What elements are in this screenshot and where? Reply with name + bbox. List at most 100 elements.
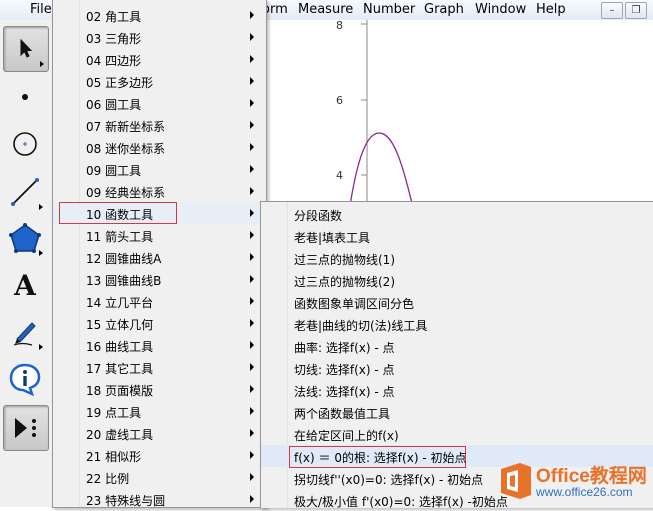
submenu-arrow-icon <box>250 319 254 327</box>
submenu-arrow-icon <box>250 99 254 107</box>
menu-item-label: 09 经典坐标系 <box>86 186 166 200</box>
menu-item-15[interactable]: 14 立几平台 <box>53 290 266 312</box>
menu-item-13[interactable]: 12 圆锥曲线A <box>53 246 266 268</box>
submenu-item[interactable]: 两个函数最值工具 <box>261 401 653 423</box>
menu-item-label: 23 特殊线与圆 <box>86 494 166 508</box>
submenu-arrow-icon <box>250 451 254 459</box>
axis-label-8: 8 <box>336 20 343 32</box>
submenu-item-label: 法线: 选择f(x) - 点 <box>294 385 395 399</box>
watermark-url: www.office26.com <box>536 485 633 499</box>
text-a-icon: A <box>14 268 36 302</box>
submenu-item-label: 切线: 选择f(x) - 点 <box>294 363 395 377</box>
minimize-button[interactable]: – <box>601 2 623 19</box>
toolbox: A <box>0 20 53 507</box>
minimize-icon: – <box>609 5 615 16</box>
submenu-arrow-icon <box>250 495 254 503</box>
compass-tool[interactable] <box>3 122 47 166</box>
submenu-item-label: 在给定区间上的f(x) <box>294 429 399 443</box>
axis-label-4: 4 <box>336 169 343 182</box>
menu-item-21[interactable]: 20 虚线工具 <box>53 422 266 444</box>
menu-item-5[interactable]: 05 正多边形 <box>53 70 266 92</box>
menu-item-19[interactable]: 18 页面模版 <box>53 378 266 400</box>
menu-file[interactable]: File <box>30 2 52 17</box>
submenu-arrow-icon <box>250 473 254 481</box>
compass-icon <box>13 132 37 156</box>
submenu-item-label: 老巷|曲线的切(法)线工具 <box>294 319 428 333</box>
submenu-arrow-icon <box>250 363 254 371</box>
menu-item-22[interactable]: 21 相似形 <box>53 444 266 466</box>
point-tool[interactable] <box>3 75 47 119</box>
submenu-item[interactable]: 分段函数 <box>261 203 653 225</box>
chevron-right-icon <box>39 344 43 350</box>
menu-item-label: 18 页面模版 <box>86 384 154 398</box>
select-arrow-tool[interactable] <box>3 26 49 72</box>
menu-item-label: 12 圆锥曲线A <box>86 252 162 266</box>
submenu-item[interactable]: 函数图象单调区间分色 <box>261 291 653 313</box>
menu-item-8[interactable]: 08 迷你坐标系 <box>53 136 266 158</box>
office-logo-icon <box>501 463 531 499</box>
menu-item-3[interactable]: 03 三角形 <box>53 26 266 48</box>
menu-item-2[interactable]: 02 角工具 <box>53 4 266 26</box>
submenu-item[interactable]: 切线: 选择f(x) - 点 <box>261 357 653 379</box>
menu-item-label: 04 四边形 <box>86 54 142 68</box>
chevron-right-icon <box>40 61 44 67</box>
menu-item-label: 08 迷你坐标系 <box>86 142 166 156</box>
menu-item-17[interactable]: 16 曲线工具 <box>53 334 266 356</box>
menu-item-23[interactable]: 22 比例 <box>53 466 266 488</box>
menu-item-label: 03 三角形 <box>86 32 142 46</box>
menu-item-14[interactable]: 13 圆锥曲线B <box>53 268 266 290</box>
chevron-right-icon <box>39 204 43 210</box>
submenu-item-label: 函数图象单调区间分色 <box>294 297 415 311</box>
submenu-item[interactable]: 老巷|填表工具 <box>261 225 653 247</box>
menu-item-label: 22 比例 <box>86 472 130 486</box>
submenu-item-label: 老巷|填表工具 <box>294 231 371 245</box>
menu-item-4[interactable]: 04 四边形 <box>53 48 266 70</box>
menu-item-20[interactable]: 19 点工具 <box>53 400 266 422</box>
menu-help[interactable]: Help <box>536 2 566 17</box>
submenu-arrow-icon <box>250 275 254 283</box>
menu-item-label: 05 正多边形 <box>86 76 154 90</box>
chevron-right-icon <box>39 250 43 256</box>
menu-item-label: 07 新新坐标系 <box>86 120 166 134</box>
menu-item-16[interactable]: 15 立体几何 <box>53 312 266 334</box>
menu-item-6[interactable]: 06 圆工具 <box>53 92 266 114</box>
axis-label-6: 6 <box>336 94 343 107</box>
menu-item-12[interactable]: 11 箭头工具 <box>53 224 266 246</box>
submenu-item[interactable]: 过三点的抛物线(1) <box>261 247 653 269</box>
custom-tool-menu[interactable] <box>3 405 49 451</box>
menu-measure[interactable]: Measure <box>298 2 353 17</box>
menu-item-10[interactable]: 09 经典坐标系 <box>53 180 266 202</box>
info-icon <box>9 363 41 396</box>
submenu-arrow-icon <box>250 165 254 173</box>
menu-number[interactable]: Number <box>363 2 415 17</box>
marker-tool[interactable] <box>3 310 47 354</box>
information-tool[interactable] <box>3 357 47 401</box>
submenu-arrow-icon <box>250 253 254 261</box>
arrow-cursor-icon <box>20 38 33 58</box>
menu-item-11[interactable]: 10 函数工具 <box>53 202 266 224</box>
submenu-arrow-icon <box>250 231 254 239</box>
menu-item-9[interactable]: 09 圆工具 <box>53 158 266 180</box>
menu-item-18[interactable]: 17 其它工具 <box>53 356 266 378</box>
submenu-item-label: 两个函数最值工具 <box>294 407 391 421</box>
line-segment-icon <box>11 178 39 206</box>
submenu-arrow-icon <box>250 209 254 217</box>
menu-item-7[interactable]: 07 新新坐标系 <box>53 114 266 136</box>
submenu-arrow-icon <box>250 143 254 151</box>
submenu-item[interactable]: 法线: 选择f(x) - 点 <box>261 379 653 401</box>
menu-window[interactable]: Window <box>475 2 526 17</box>
submenu-arrow-icon <box>250 121 254 129</box>
menu-item-label: 20 虚线工具 <box>86 428 154 442</box>
submenu-item[interactable]: 老巷|曲线的切(法)线工具 <box>261 313 653 335</box>
restore-button[interactable]: ❐ <box>625 2 647 19</box>
submenu-item[interactable]: 过三点的抛物线(2) <box>261 269 653 291</box>
menu-graph[interactable]: Graph <box>424 2 464 17</box>
submenu-item[interactable]: 曲率: 选择f(x) - 点 <box>261 335 653 357</box>
polygon-tool[interactable] <box>3 216 47 260</box>
submenu-item[interactable]: 在给定区间上的f(x) <box>261 423 653 445</box>
restore-icon: ❐ <box>631 5 641 16</box>
polygon-icon <box>9 223 41 253</box>
text-tool[interactable]: A <box>3 263 47 307</box>
submenu-item-label: 极大/极小值 f'(x0)=0: 选择f(x) -初始点 <box>294 495 508 509</box>
straightedge-tool[interactable] <box>3 170 47 214</box>
